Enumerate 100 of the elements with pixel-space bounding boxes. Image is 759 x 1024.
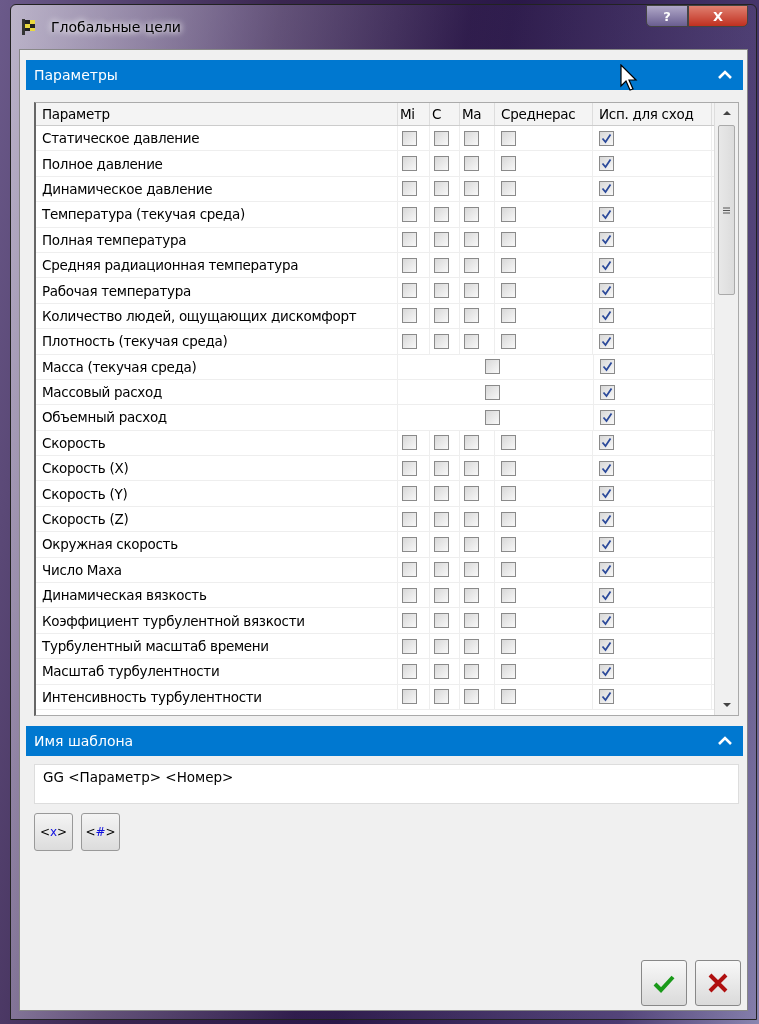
checkbox[interactable]: [402, 663, 417, 679]
column-header[interactable]: Параметр: [36, 103, 398, 125]
checkbox[interactable]: [464, 333, 479, 349]
checkbox[interactable]: [402, 536, 417, 552]
checkbox[interactable]: [501, 486, 516, 502]
checkbox[interactable]: [434, 156, 449, 172]
checkbox[interactable]: [434, 232, 449, 248]
checkbox[interactable]: [501, 536, 516, 552]
checkbox[interactable]: [485, 384, 500, 400]
checkbox[interactable]: [485, 410, 500, 425]
checkbox[interactable]: [599, 587, 614, 603]
checkbox[interactable]: [434, 308, 449, 324]
checkbox[interactable]: [485, 359, 500, 375]
checkbox[interactable]: [599, 460, 614, 476]
template-field[interactable]: GG <Параметр> <Номер>: [34, 764, 739, 804]
checkbox[interactable]: [599, 536, 614, 552]
checkbox[interactable]: [599, 562, 614, 578]
checkbox[interactable]: [434, 460, 449, 476]
checkbox[interactable]: [599, 257, 614, 273]
checkbox[interactable]: [402, 156, 417, 172]
checkbox[interactable]: [501, 130, 516, 146]
checkbox[interactable]: [599, 156, 614, 172]
checkbox[interactable]: [402, 587, 417, 603]
checkbox[interactable]: [434, 689, 449, 705]
checkbox[interactable]: [599, 486, 614, 502]
checkbox[interactable]: [402, 206, 417, 222]
checkbox[interactable]: [434, 663, 449, 679]
checkbox[interactable]: [599, 308, 614, 324]
checkbox[interactable]: [464, 663, 479, 679]
checkbox[interactable]: [464, 232, 479, 248]
checkbox[interactable]: [402, 638, 417, 654]
checkbox[interactable]: [464, 638, 479, 654]
checkbox[interactable]: [599, 206, 614, 222]
checkbox[interactable]: [599, 638, 614, 654]
checkbox[interactable]: [599, 435, 614, 451]
checkbox[interactable]: [501, 587, 516, 603]
checkbox[interactable]: [434, 511, 449, 527]
checkbox[interactable]: [402, 460, 417, 476]
checkbox[interactable]: [599, 232, 614, 248]
checkbox[interactable]: [501, 689, 516, 705]
checkbox[interactable]: [600, 359, 615, 375]
checkbox[interactable]: [501, 333, 516, 349]
checkbox[interactable]: [464, 460, 479, 476]
column-header[interactable]: Среднерас: [495, 103, 593, 125]
checkbox[interactable]: [501, 283, 516, 299]
checkbox[interactable]: [434, 638, 449, 654]
checkbox[interactable]: [501, 613, 516, 629]
checkbox[interactable]: [434, 587, 449, 603]
checkbox[interactable]: [402, 562, 417, 578]
checkbox[interactable]: [464, 587, 479, 603]
checkbox[interactable]: [501, 181, 516, 197]
checkbox[interactable]: [464, 130, 479, 146]
checkbox[interactable]: [402, 613, 417, 629]
checkbox[interactable]: [464, 181, 479, 197]
checkbox[interactable]: [402, 232, 417, 248]
checkbox[interactable]: [599, 613, 614, 629]
checkbox[interactable]: [501, 460, 516, 476]
column-header[interactable]: С: [430, 103, 460, 125]
checkbox[interactable]: [434, 333, 449, 349]
template-header[interactable]: Имя шаблона: [26, 726, 743, 756]
checkbox[interactable]: [434, 257, 449, 273]
checkbox[interactable]: [599, 283, 614, 299]
checkbox[interactable]: [402, 181, 417, 197]
checkbox[interactable]: [464, 511, 479, 527]
checkbox[interactable]: [464, 257, 479, 273]
checkbox[interactable]: [599, 333, 614, 349]
insert-button[interactable]: <#>: [81, 813, 120, 851]
checkbox[interactable]: [434, 536, 449, 552]
checkbox[interactable]: [402, 486, 417, 502]
column-header[interactable]: Исп. для сход: [593, 103, 712, 125]
checkbox[interactable]: [501, 156, 516, 172]
checkbox[interactable]: [402, 308, 417, 324]
checkbox[interactable]: [501, 562, 516, 578]
checkbox[interactable]: [501, 308, 516, 324]
column-header[interactable]: Mi: [398, 103, 430, 125]
close-button[interactable]: X: [688, 5, 748, 27]
checkbox[interactable]: [434, 130, 449, 146]
checkbox[interactable]: [600, 410, 615, 425]
checkbox[interactable]: [600, 384, 615, 400]
checkbox[interactable]: [434, 562, 449, 578]
checkbox[interactable]: [464, 613, 479, 629]
checkbox[interactable]: [402, 130, 417, 146]
checkbox[interactable]: [402, 689, 417, 705]
checkbox[interactable]: [434, 283, 449, 299]
ok-button[interactable]: [641, 960, 687, 1006]
checkbox[interactable]: [464, 486, 479, 502]
scroll-thumb[interactable]: [718, 125, 735, 295]
checkbox[interactable]: [599, 689, 614, 705]
scrollbar[interactable]: [714, 103, 738, 715]
checkbox[interactable]: [599, 511, 614, 527]
checkbox[interactable]: [501, 511, 516, 527]
checkbox[interactable]: [464, 435, 479, 451]
checkbox[interactable]: [464, 308, 479, 324]
checkbox[interactable]: [434, 181, 449, 197]
checkbox[interactable]: [402, 333, 417, 349]
checkbox[interactable]: [501, 232, 516, 248]
checkbox[interactable]: [599, 181, 614, 197]
checkbox[interactable]: [464, 689, 479, 705]
checkbox[interactable]: [464, 206, 479, 222]
column-header[interactable]: Ma: [460, 103, 495, 125]
